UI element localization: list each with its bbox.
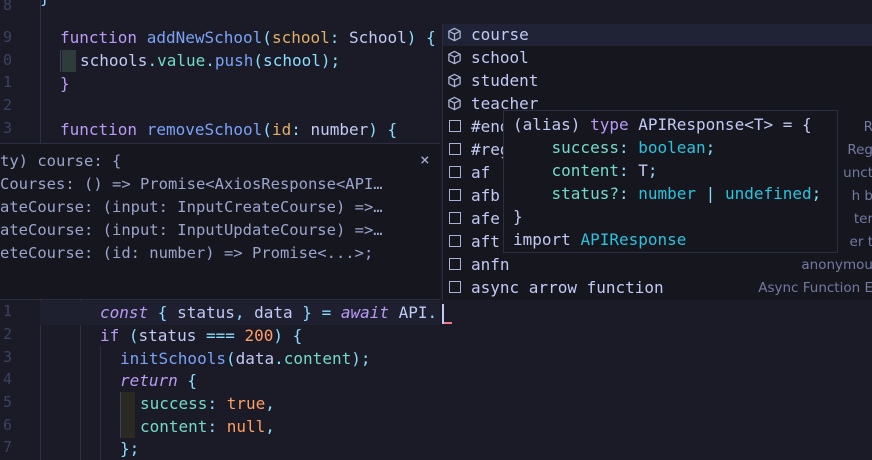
code-line-success[interactable]: success: true, — [140, 393, 275, 415]
snippet-icon — [449, 166, 461, 178]
type-detail-popup: (alias) type APIResponse<T> = { success:… — [503, 110, 838, 253]
suggestion-detail: er t — [849, 234, 872, 250]
suggestion-detail: Async Function E — [758, 280, 872, 296]
line-number: 2 — [2, 325, 12, 343]
snippet-icon — [449, 235, 461, 247]
line-number: 0 — [2, 51, 12, 69]
suggestion-label: aft — [471, 232, 500, 251]
indent-guide — [60, 50, 61, 72]
line-number: 7 — [2, 438, 12, 456]
code-line-remove-school[interactable]: function removeSchool(id: number) { — [60, 119, 397, 141]
snippet-icon — [449, 189, 461, 201]
line-number: 8 — [2, 0, 12, 14]
suggestion-item[interactable]: anfn anonymou — [443, 254, 872, 276]
suggestion-item[interactable]: async arrow function Async Function E — [443, 277, 872, 299]
suggestion-label: afe — [471, 209, 500, 228]
line-number: 1 — [2, 302, 12, 320]
hover-info-panel: ty) course: { Courses: () => Promise<Axi… — [0, 143, 440, 300]
hover-line: ateCourse: (input: InputUpdateCourse) =>… — [0, 221, 383, 239]
cube-icon — [448, 27, 461, 42]
code-line-brace[interactable]: } — [60, 73, 70, 95]
code-line[interactable]: } — [40, 0, 50, 9]
line-number: 2 — [2, 96, 12, 114]
suggestion-label: anfn — [471, 255, 510, 274]
suggestion-label: student — [471, 71, 539, 90]
code-line-if[interactable]: if (status === 200) { — [100, 325, 302, 347]
snippet-icon — [449, 120, 461, 132]
suggestion-detail: R — [863, 119, 872, 135]
cube-icon — [448, 73, 461, 88]
snippet-icon — [449, 281, 461, 293]
line-number: 3 — [2, 119, 12, 137]
suggestion-detail: ter — [853, 211, 872, 227]
selection-highlight — [62, 50, 76, 72]
snippet-icon — [449, 143, 461, 155]
suggestion-label: course — [471, 25, 529, 44]
suggestion-detail: Reg — [847, 142, 872, 158]
close-icon[interactable]: × — [420, 150, 430, 169]
hover-line: ateCourse: (input: InputCreateCourse) =>… — [0, 198, 383, 216]
suggestion-label: afb — [471, 186, 500, 205]
indent-highlight — [121, 392, 135, 438]
cube-icon — [448, 50, 461, 65]
suggestion-label: school — [471, 48, 529, 67]
code-line-content[interactable]: content: null, — [140, 416, 275, 438]
code-line-const[interactable]: const { status, data } = await API. — [100, 302, 437, 324]
suggestion-label: async arrow function — [471, 278, 664, 297]
code-line-return[interactable]: return { — [120, 370, 197, 392]
line-number: 5 — [2, 393, 12, 411]
indent-guide — [100, 346, 101, 460]
hover-line: eteCourse: (id: number) => Promise<...>; — [0, 244, 374, 262]
suggestion-label: af — [471, 163, 491, 182]
suggestion-detail: h b — [851, 188, 872, 204]
cube-icon — [448, 96, 461, 111]
snippet-icon — [449, 258, 461, 270]
hover-line: Courses: () => Promise<AxiosResponse<API… — [0, 175, 383, 193]
hover-line: ty) course: { — [0, 152, 122, 170]
code-line-close[interactable]: }; — [120, 438, 139, 460]
code-line-add-new-school[interactable]: function addNewSchool(school: School) { — [60, 27, 436, 49]
detail-line: import APIResponse — [513, 230, 687, 249]
line-number: 3 — [2, 348, 12, 366]
suggestion-item[interactable]: student — [443, 70, 872, 92]
line-number: 1 — [2, 73, 12, 91]
detail-line: content: T; — [513, 161, 658, 180]
suggestion-detail: anonymou — [801, 257, 872, 273]
code-line-init[interactable]: initSchools(data.content); — [120, 348, 370, 370]
suggestion-detail: unct — [843, 165, 872, 181]
line-number: 6 — [2, 416, 12, 434]
detail-line: status?: number | undefined; — [513, 184, 822, 203]
detail-line: (alias) type APIResponse<T> = { — [513, 115, 812, 134]
code-line-push[interactable]: schools.value.push(school); — [80, 50, 340, 72]
snippet-icon — [449, 212, 461, 224]
line-number: 9 — [2, 28, 12, 46]
suggestion-item[interactable]: school — [443, 47, 872, 69]
line-number: 4 — [2, 370, 12, 388]
error-squiggle — [444, 318, 452, 324]
suggestion-item[interactable]: course — [443, 24, 872, 46]
detail-line: success: boolean; — [513, 138, 716, 157]
detail-line: } — [513, 207, 523, 226]
